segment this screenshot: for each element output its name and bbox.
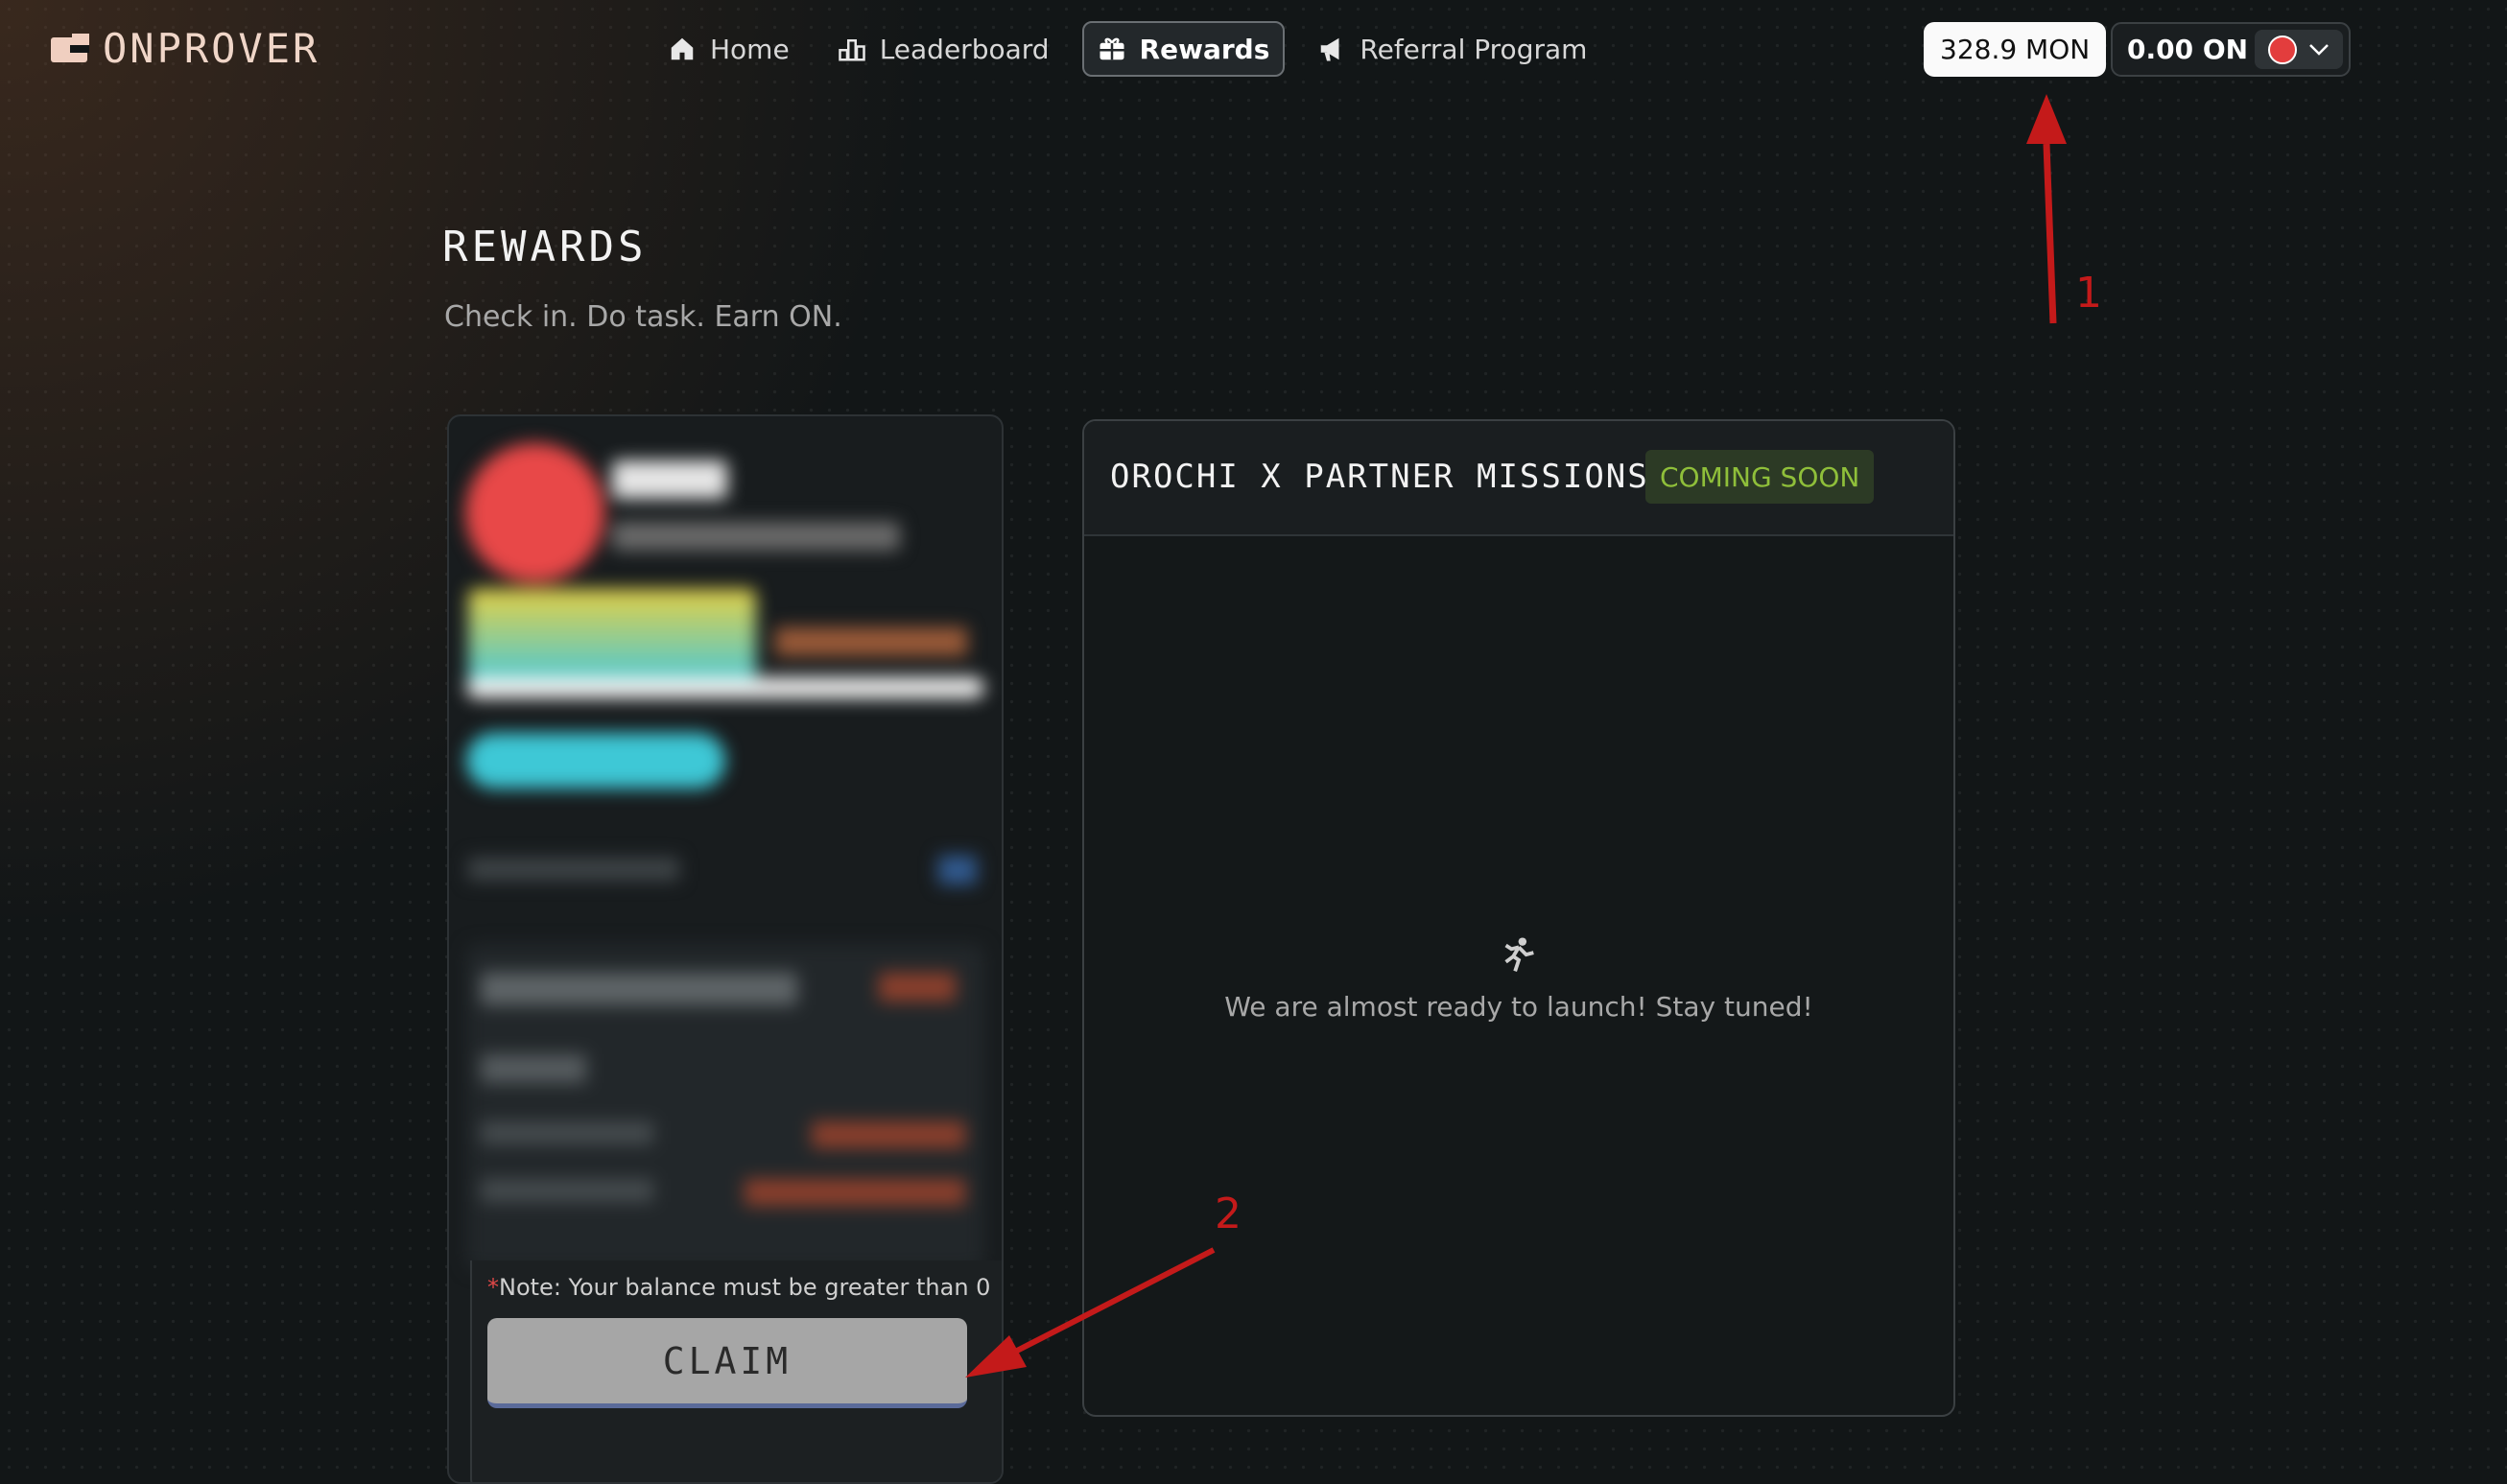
profile-card: *Note: Your balance must be greater than… — [447, 414, 1004, 1484]
logo-icon — [51, 33, 89, 64]
avatar — [2268, 35, 2297, 64]
on-balance-pill[interactable]: 0.00 ON — [2111, 22, 2351, 77]
arrow-1 — [2043, 143, 2057, 324]
annotation-label-2: 2 — [1215, 1190, 1242, 1238]
runner-icon — [1504, 937, 1534, 972]
missions-title: OROCHI X PARTNER MISSIONS — [1110, 458, 1649, 496]
home-icon — [671, 37, 694, 60]
account-menu-button[interactable] — [2255, 30, 2343, 69]
empty-state-message: We are almost ready to launch! Stay tune… — [1224, 991, 1813, 1023]
page-title: REWARDS — [442, 223, 648, 271]
missions-card: OROCHI X PARTNER MISSIONS COMING SOON We… — [1082, 419, 1955, 1417]
page-subtitle: Check in. Do task. Earn ON. — [444, 300, 842, 334]
missions-header: OROCHI X PARTNER MISSIONS COMING SOON — [1084, 421, 1953, 536]
mon-balance-pill[interactable]: 328.9 MON — [1924, 22, 2107, 77]
chevron-down-icon — [2309, 43, 2329, 56]
gift-icon — [1100, 37, 1124, 60]
profile-avatar — [465, 443, 604, 582]
estimated-rewards-box — [466, 944, 984, 1270]
nav-leaderboard[interactable]: Leaderboard — [822, 21, 1065, 77]
nav-leaderboard-label: Leaderboard — [879, 33, 1050, 65]
balance-note: *Note: Your balance must be greater than… — [487, 1274, 991, 1301]
megaphone-icon — [1321, 37, 1339, 61]
arrow-1-head — [2026, 94, 2067, 144]
nav-rewards-label: Rewards — [1139, 33, 1270, 65]
coming-soon-badge: COMING SOON — [1645, 450, 1875, 504]
on-balance-value: 0.00 ON — [2127, 34, 2249, 65]
nav-home[interactable]: Home — [652, 21, 805, 77]
nav-referral-label: Referral Program — [1360, 33, 1588, 65]
annotation-label-1: 1 — [2075, 269, 2102, 318]
nav-rewards[interactable]: Rewards — [1081, 21, 1286, 77]
progress-bar — [466, 677, 984, 698]
claim-panel: *Note: Your balance must be greater than… — [470, 1260, 1002, 1482]
nav-home-label: Home — [710, 33, 790, 65]
claim-button[interactable]: CLAIM — [487, 1318, 967, 1408]
main-nav: Home Leaderboard Rewards Referral Progra… — [652, 21, 1602, 77]
leaderboard-icon — [838, 39, 865, 61]
nav-referral[interactable]: Referral Program — [1302, 21, 1602, 77]
logo-text: ONPROVER — [103, 25, 320, 72]
logo[interactable]: ONPROVER — [51, 25, 319, 72]
